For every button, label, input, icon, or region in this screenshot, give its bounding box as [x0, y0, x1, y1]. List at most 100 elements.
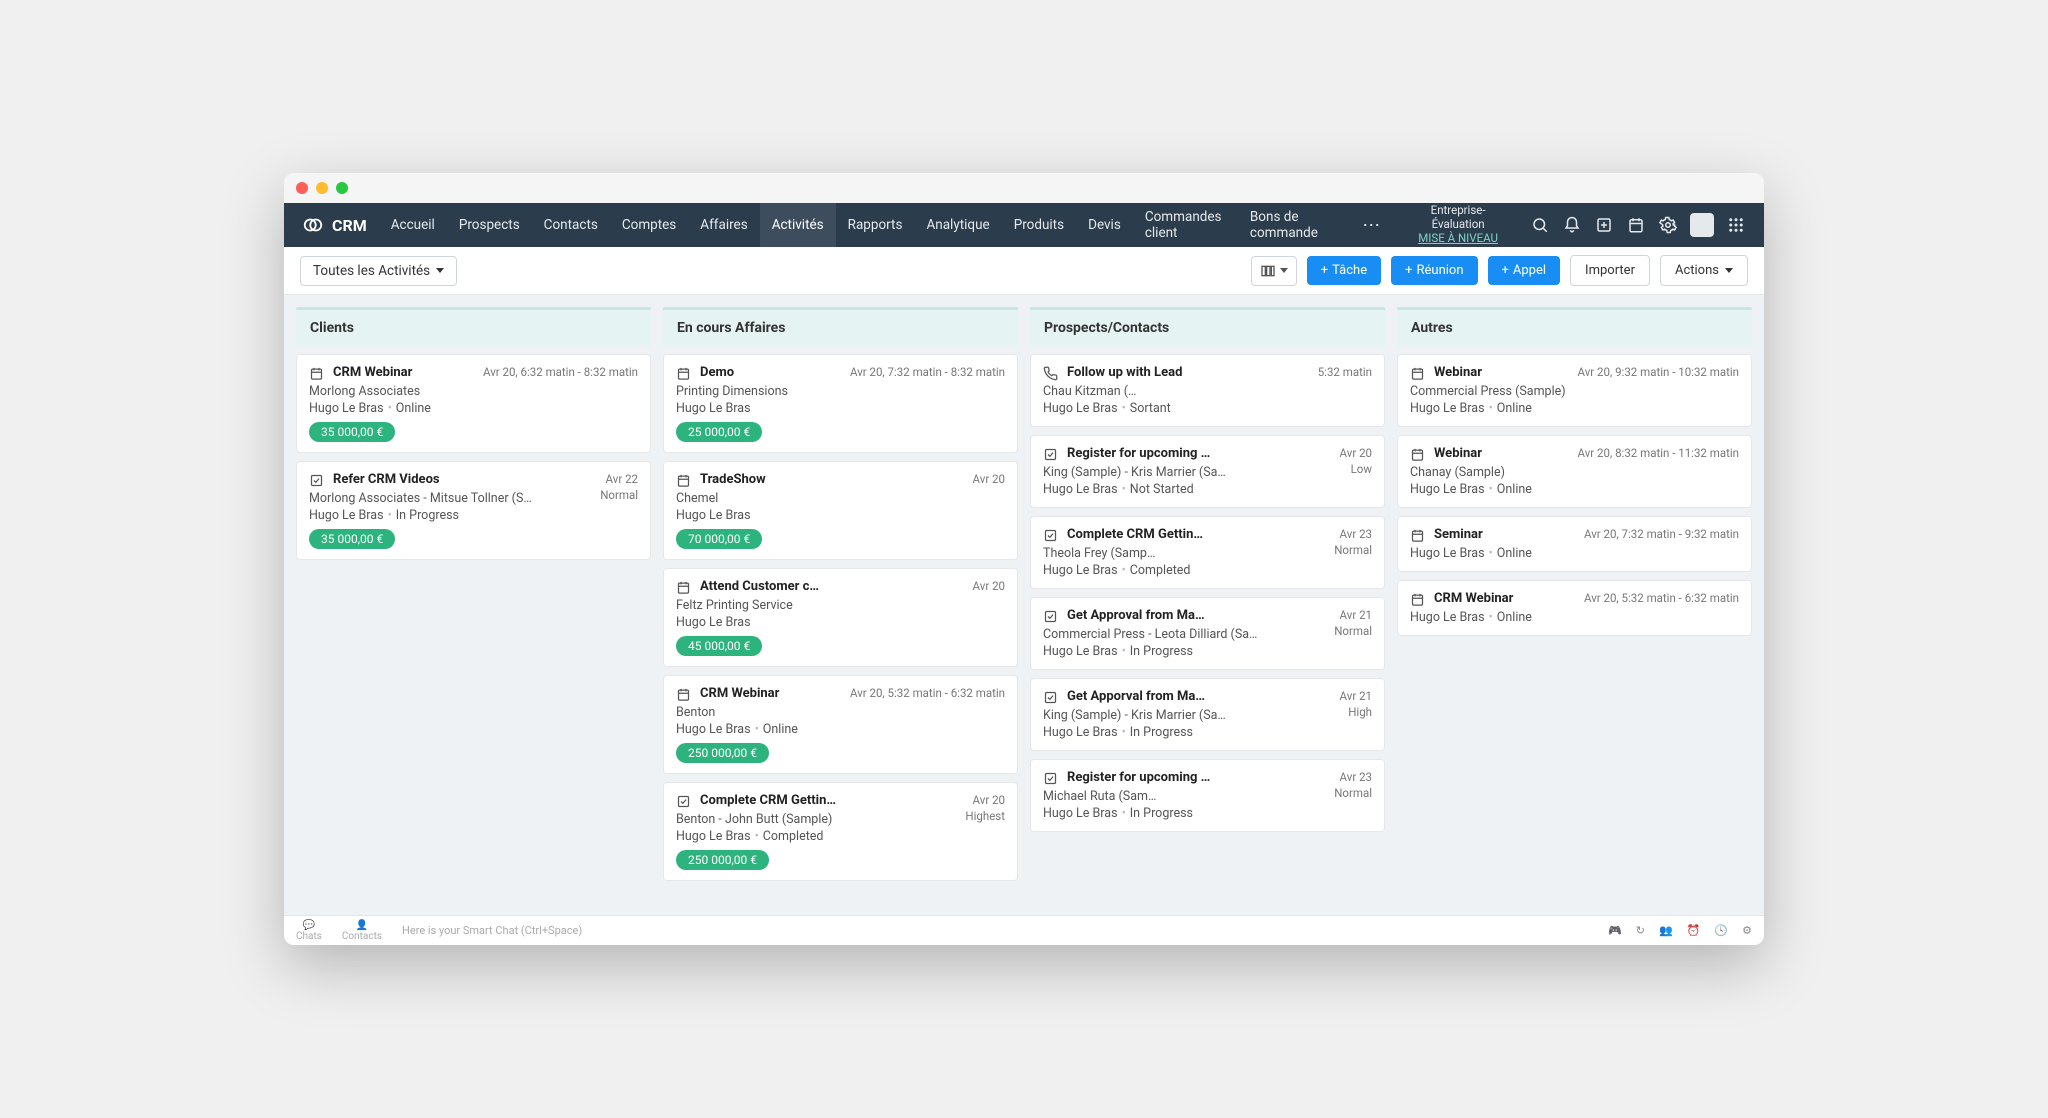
card-date: Avr 20, 9:32 matin - 10:32 matin	[1578, 365, 1739, 379]
nav-item-accueil[interactable]: Accueil	[379, 203, 447, 247]
footer-contacts[interactable]: 👤 Contacts	[342, 920, 382, 942]
card-related: Morlong Associates	[309, 384, 483, 399]
card-related: Chemel	[676, 491, 973, 506]
activity-card[interactable]: Refer CRM VideosMorlong Associates - Mit…	[296, 461, 651, 560]
kanban-board: ClientsCRM WebinarMorlong AssociatesHugo…	[284, 295, 1764, 915]
bell-icon[interactable]	[1562, 215, 1582, 235]
nav-item-activités[interactable]: Activités	[760, 203, 836, 247]
activity-card[interactable]: Follow up with LeadChau Kitzman (…Hugo L…	[1030, 354, 1385, 427]
close-window-button[interactable]	[296, 182, 308, 194]
upgrade-link[interactable]: MISE À NIVEAU	[1418, 231, 1498, 245]
nav-item-affaires[interactable]: Affaires	[688, 203, 759, 247]
amount-badge: 35 000,00 €	[309, 529, 395, 549]
smart-chat-hint[interactable]: Here is your Smart Chat (Ctrl+Space)	[402, 924, 582, 937]
nav-item-prospects[interactable]: Prospects	[447, 203, 532, 247]
add-task-button[interactable]: + Tâche	[1307, 256, 1381, 285]
card-title: Complete CRM Gettin…	[1067, 527, 1334, 542]
activity-card[interactable]: Attend Customer c…Feltz Printing Service…	[663, 568, 1018, 667]
nav-item-commandes-client[interactable]: Commandes client	[1133, 203, 1238, 247]
card-meta: Hugo Le Bras•Online	[309, 401, 483, 416]
calendar-icon[interactable]	[1626, 215, 1646, 235]
column-header: Prospects/Contacts	[1030, 307, 1385, 346]
gamepad-icon[interactable]: 🎮	[1608, 924, 1622, 937]
card-title: TradeShow	[700, 472, 973, 487]
card-date: Avr 23	[1334, 527, 1372, 541]
card-meta: Hugo Le Bras•Online	[1410, 546, 1584, 561]
people-icon[interactable]: 👥	[1659, 924, 1673, 937]
activity-card[interactable]: Get Apporval from Ma…King (Sample) - Kri…	[1030, 678, 1385, 751]
nav-item-devis[interactable]: Devis	[1076, 203, 1133, 247]
card-title: Complete CRM Gettin…	[700, 793, 965, 808]
activity-card[interactable]: WebinarCommercial Press (Sample)Hugo Le …	[1397, 354, 1752, 427]
card-meta: Hugo Le Bras•In Progress	[309, 508, 600, 523]
activity-card[interactable]: Register for upcoming …Michael Ruta (Sam…	[1030, 759, 1385, 832]
nav-item-contacts[interactable]: Contacts	[532, 203, 610, 247]
nav-item-produits[interactable]: Produits	[1002, 203, 1076, 247]
add-meeting-button[interactable]: + Réunion	[1391, 256, 1477, 285]
footer-icons: 🎮 ↻ 👥 ⏰ 🕓 ⚙	[1608, 924, 1752, 937]
calendar-icon	[1410, 447, 1426, 463]
card-related: Morlong Associates - Mitsue Tollner (S…	[309, 491, 600, 506]
activity-card[interactable]: CRM WebinarHugo Le Bras•OnlineAvr 20, 5:…	[1397, 580, 1752, 636]
card-meta: Hugo Le Bras•Online	[1410, 610, 1584, 625]
card-title: CRM Webinar	[700, 686, 850, 701]
history-icon[interactable]: 🕓	[1714, 924, 1728, 937]
calendar-icon	[309, 366, 325, 382]
card-meta: Hugo Le Bras	[676, 615, 973, 630]
chevron-down-icon	[436, 268, 444, 273]
view-options-button[interactable]	[1251, 256, 1297, 286]
maximize-window-button[interactable]	[336, 182, 348, 194]
activity-card[interactable]: TradeShow Chemel Hugo Le Bras 70 000,00 € Av…	[663, 461, 1018, 560]
nav-item-analytique[interactable]: Analytique	[914, 203, 1001, 247]
nav-more-button[interactable]: ⋯	[1352, 215, 1390, 236]
apps-grid-icon[interactable]	[1726, 215, 1746, 235]
card-meta: Hugo Le Bras•Online	[676, 722, 850, 737]
card-date: Avr 20	[973, 472, 1005, 486]
gear-icon[interactable]	[1658, 215, 1678, 235]
activity-card[interactable]: SeminarHugo Le Bras•OnlineAvr 20, 7:32 m…	[1397, 516, 1752, 572]
refresh-icon[interactable]: ↻	[1636, 924, 1645, 937]
card-meta: Hugo Le Bras•In Progress	[1043, 806, 1334, 821]
settings-footer-icon[interactable]: ⚙	[1742, 924, 1752, 937]
add-call-button[interactable]: + Appel	[1488, 256, 1561, 285]
card-meta: Hugo Le Bras•Completed	[676, 829, 965, 844]
activities-filter-dropdown[interactable]: Toutes les Activités	[300, 256, 457, 286]
amount-badge: 45 000,00 €	[676, 636, 762, 656]
minimize-window-button[interactable]	[316, 182, 328, 194]
card-date: Avr 20, 5:32 matin - 6:32 matin	[1584, 591, 1739, 605]
footer-chats[interactable]: 💬 Chats	[296, 920, 322, 942]
activity-card[interactable]: Complete CRM Gettin…Benton - John Butt (…	[663, 782, 1018, 881]
card-title: CRM Webinar	[333, 365, 483, 380]
clock-icon[interactable]: ⏰	[1687, 924, 1701, 937]
brand[interactable]: CRM	[294, 214, 375, 236]
calendar-icon	[676, 580, 692, 596]
nav-item-comptes[interactable]: Comptes	[610, 203, 688, 247]
card-priority: Normal	[1334, 543, 1372, 557]
card-meta: Hugo Le Bras	[676, 508, 973, 523]
activity-card[interactable]: Complete CRM Gettin…Theola Frey (Samp…Hu…	[1030, 516, 1385, 589]
columns-icon	[1260, 263, 1276, 279]
nav-item-bons-de-commande[interactable]: Bons de commande	[1238, 203, 1348, 247]
import-button[interactable]: Importer	[1570, 255, 1650, 286]
card-meta: Hugo Le Bras	[676, 401, 850, 416]
card-meta: Hugo Le Bras•In Progress	[1043, 725, 1340, 740]
user-avatar[interactable]	[1690, 213, 1714, 237]
actions-dropdown[interactable]: Actions	[1660, 255, 1748, 286]
add-icon[interactable]	[1594, 215, 1614, 235]
check-icon	[1043, 447, 1059, 463]
amount-badge: 250 000,00 €	[676, 743, 769, 763]
activity-card[interactable]: CRM WebinarBentonHugo Le Bras•Online250 …	[663, 675, 1018, 774]
activity-card[interactable]: CRM Webinar Morlong Associates Hugo Le Bra…	[296, 354, 651, 453]
card-date: Avr 23	[1334, 770, 1372, 784]
calendar-icon	[1410, 592, 1426, 608]
activity-card[interactable]: Register for upcoming …King (Sample) - K…	[1030, 435, 1385, 508]
activity-card[interactable]: DemoPrinting DimensionsHugo Le Bras25 00…	[663, 354, 1018, 453]
amount-badge: 70 000,00 €	[676, 529, 762, 549]
app-window: CRM AccueilProspectsContactsComptesAffai…	[284, 173, 1764, 945]
activity-card[interactable]: WebinarChanay (Sample)Hugo Le Bras•Onlin…	[1397, 435, 1752, 508]
activity-card[interactable]: Get Approval from Ma…Commercial Press - …	[1030, 597, 1385, 670]
nav-item-rapports[interactable]: Rapports	[836, 203, 915, 247]
amount-badge: 35 000,00 €	[309, 422, 395, 442]
search-icon[interactable]	[1530, 215, 1550, 235]
card-date: Avr 20, 7:32 matin - 8:32 matin	[850, 365, 1005, 379]
